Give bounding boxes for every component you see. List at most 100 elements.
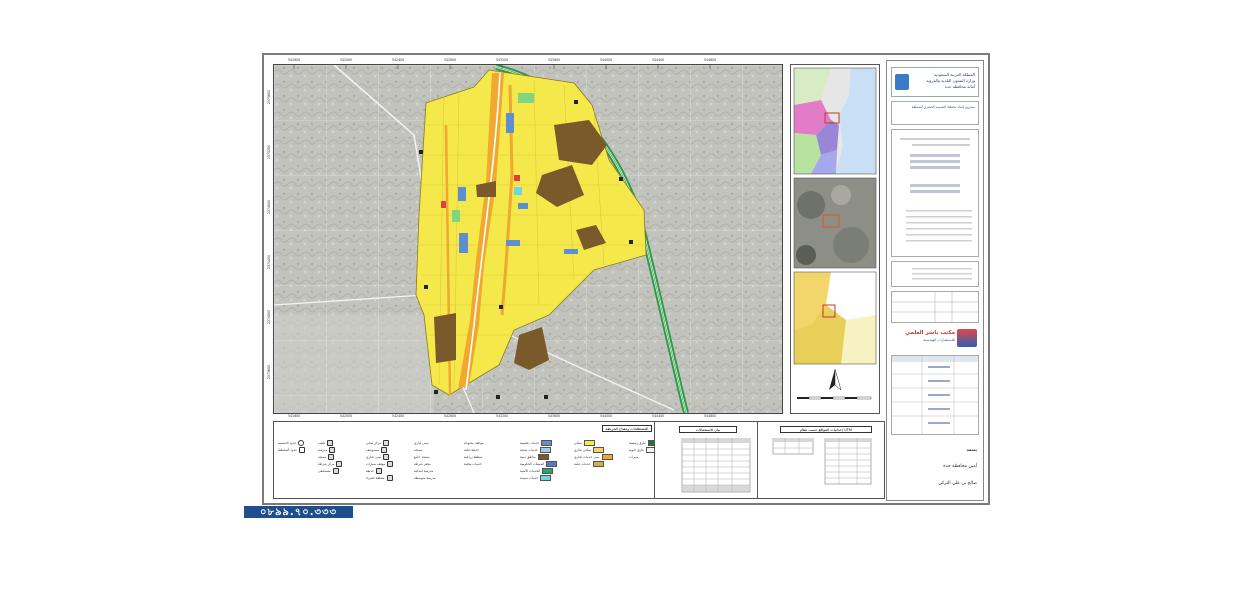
inset-maps-panel: [790, 64, 880, 414]
legend-label: حدود التصميم: [278, 440, 297, 445]
park-block: [518, 93, 534, 103]
legend-label: المنشآت الحكومية: [520, 461, 545, 466]
government-block: [518, 203, 528, 209]
legend-symbol-icon: [298, 439, 305, 446]
inset-maps: [793, 67, 877, 400]
x-tick-labels-bottom: 541600 542000 542400 542800 543200 54360…: [274, 414, 782, 420]
legend-label: خدمات سيدية: [520, 475, 539, 480]
x-tick-label: 543200: [496, 414, 509, 418]
legend-label: مسجد جامع: [414, 454, 430, 459]
service-marker: [514, 175, 520, 181]
legend-label: موقف سيارات: [366, 461, 386, 466]
x-tick-label: 544400: [652, 414, 665, 418]
x-tick-label: 544800: [704, 414, 717, 418]
government-block: [459, 233, 468, 253]
legend-label: مخفر شرطة: [414, 461, 431, 466]
legend-swatch: [592, 460, 604, 467]
legend-label: مركز صحي: [366, 440, 382, 445]
title-block: المملكة العربية السعودية وزارة الشئون ال…: [886, 60, 984, 501]
x-tick-label: 544800: [704, 58, 717, 62]
watermark-badge: ০৮৯৯.৭০.৩৩৩: [244, 506, 353, 518]
legend-label: طرق ثانوية: [629, 447, 644, 452]
legend-label: مدرسة: [318, 447, 328, 452]
coords-panel: إحداثيات المواقع حسب نظام UTM: [757, 421, 885, 499]
legend-swatch: [540, 474, 552, 481]
y-tick-label: 2375600: [267, 89, 272, 105]
legend-label: طرق رئيسية: [629, 440, 646, 445]
x-tick-label: 543600: [548, 58, 561, 62]
legend-label: حدود المخطط: [278, 447, 298, 452]
x-tick-label: 542400: [392, 58, 405, 62]
company-subtitle: للاستشارات الهندسية: [923, 338, 955, 342]
service-marker: [514, 187, 522, 195]
sheet-info-box: [891, 291, 979, 323]
x-tick-label: 543200: [496, 58, 509, 62]
legend-swatch: [541, 439, 553, 446]
legend-label: منطقة زراعية: [464, 454, 483, 459]
government-block: [564, 249, 578, 254]
service-marker: [441, 201, 446, 208]
north-arrow: [829, 368, 842, 391]
legend-label: خدمات عامة: [574, 461, 591, 466]
government-block: [506, 113, 514, 133]
legend-label: مدرسة ابتدائية: [414, 468, 434, 473]
legend-swatch: [640, 453, 652, 460]
legend-label: منطقة خضراء: [366, 475, 385, 480]
x-tick-label: 542800: [444, 414, 457, 418]
legend-label: خدمات صحية: [520, 447, 538, 452]
legend-swatch: [542, 467, 554, 474]
map-canvas: [274, 65, 782, 413]
x-tick-label: 542400: [392, 414, 405, 418]
legend-symbol-icon: [383, 453, 390, 460]
park-block: [452, 210, 460, 222]
government-block: [506, 240, 520, 246]
legend-swatch: [593, 446, 605, 453]
y-tick-label: 2373600: [267, 364, 272, 380]
coords-table: [772, 438, 872, 485]
government-block: [458, 187, 466, 201]
coords-title: إحداثيات المواقع حسب نظام UTM: [780, 426, 872, 433]
legend-symbol-icon: [386, 474, 393, 481]
legend-symbol-icon: [387, 460, 394, 467]
legend-panel: المصطلحات ومفتاح الخريطة طرق رئيسية طرق …: [273, 421, 659, 499]
y-tick-label: 2374400: [267, 254, 272, 270]
company-name: مكتب ياسر العلمي: [904, 330, 955, 336]
legend-label: سكني تجاري: [574, 447, 592, 452]
map-sheet: 541600 542000 542400 542800 543200 54360…: [262, 53, 990, 505]
company-logo-icon: [957, 329, 977, 347]
legend-label: مستوصف: [366, 447, 380, 452]
legend-symbol-icon: [375, 467, 382, 474]
legend-label: مبنى خدمات تجاري: [574, 454, 600, 459]
legend-label: مواقف مفتوحة: [464, 440, 484, 445]
legend-label: مركز شرطة: [318, 461, 335, 466]
legend-swatch: [537, 453, 549, 460]
org-lines: المملكة العربية السعودية وزارة الشئون ال…: [926, 72, 975, 90]
y-tick-label: 2374800: [267, 199, 272, 215]
revision-table: [891, 355, 979, 435]
legend-symbol-icon: [332, 467, 339, 474]
main-map: 541600 542000 542400 542800 543200 54360…: [267, 58, 783, 418]
ministry-header: المملكة العربية السعودية وزارة الشئون ال…: [891, 67, 979, 97]
legend-symbol-icon: [383, 439, 390, 446]
org-line: أمانة محافظة جدة: [944, 84, 975, 89]
legend-swatch: [546, 460, 558, 467]
legend-label: الخدمات الأمنية: [520, 468, 541, 473]
legend-label: خدمات محلية: [464, 461, 482, 466]
project-title: مشروع إعداد مخطط التصميم الحضري للمنطقة: [911, 105, 975, 109]
approval-title: يعتمد: [966, 447, 977, 452]
y-tick-label: 2375200: [267, 144, 272, 160]
notes-box: [891, 129, 979, 257]
legend-label: ملعب: [318, 440, 326, 445]
legend-label: مسجد: [318, 454, 327, 459]
legend-label: حديقة: [366, 468, 374, 473]
approver-role: أمين محافظة جدة: [943, 464, 977, 469]
legend-title: المصطلحات ومفتاح الخريطة: [602, 425, 652, 432]
x-tick-label: 544000: [600, 58, 613, 62]
legend-symbol-icon: [299, 446, 306, 453]
x-tick-labels-top: 541600 542000 542400 542800 543200 54360…: [274, 58, 782, 64]
legend-symbol-icon: [336, 460, 343, 467]
legend-label: مناطق دينية: [520, 454, 536, 459]
x-tick-label: 544400: [652, 58, 665, 62]
legend-symbol-icon: [327, 439, 334, 446]
legend-label: سكني: [574, 440, 583, 445]
